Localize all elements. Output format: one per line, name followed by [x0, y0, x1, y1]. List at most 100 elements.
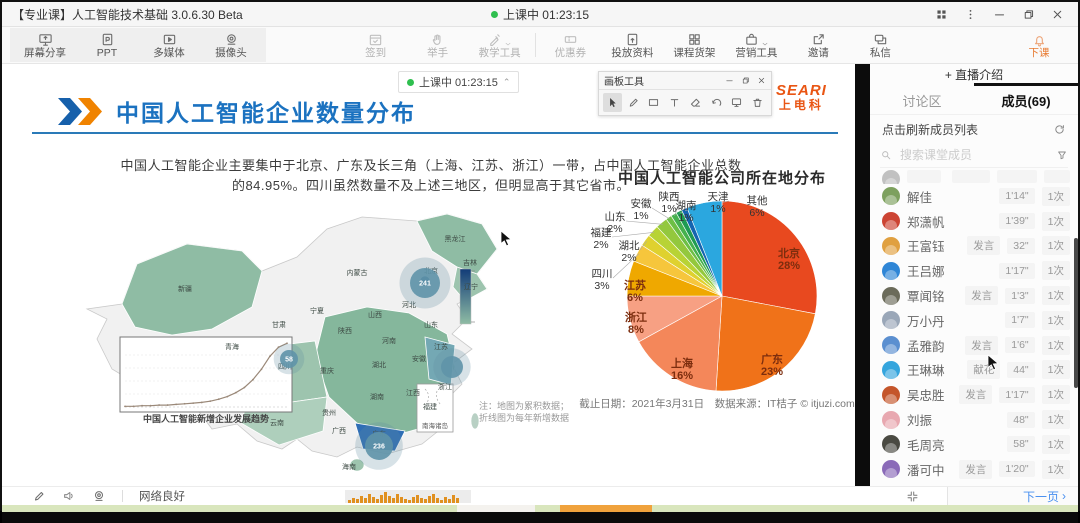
refresh-members-row[interactable]: 点击刷新成员列表	[870, 115, 1078, 143]
webcam-icon[interactable]	[92, 489, 106, 503]
avatar	[882, 411, 900, 429]
member-name: 王富钰	[907, 236, 960, 255]
avatar	[882, 237, 900, 255]
toolbar-item-invite[interactable]: 邀请	[787, 27, 849, 63]
svg-text:湖北: 湖北	[619, 240, 640, 252]
member-name: 解佳	[907, 187, 992, 206]
toolbar-item-tools[interactable]: 教学工具	[469, 27, 531, 63]
close-icon[interactable]	[1051, 8, 1064, 21]
svg-text:广东: 广东	[761, 352, 783, 366]
toolbar-item-hand[interactable]: 举手	[407, 27, 469, 63]
collapse-icon[interactable]	[906, 490, 919, 503]
member-search[interactable]	[880, 143, 1068, 168]
live-intro-header[interactable]: + 直播介绍	[870, 64, 1078, 84]
live-dot-icon	[491, 11, 498, 18]
member-name: 王琳琳	[907, 360, 960, 379]
palette-tool-select[interactable]	[603, 93, 622, 112]
chevron-up-icon[interactable]: ⌃	[503, 77, 511, 88]
map-label-宁夏: 宁夏	[310, 306, 324, 315]
annotate-pen-icon[interactable]	[32, 489, 46, 503]
toolbar-item-media[interactable]: 多媒体	[138, 28, 200, 62]
member-row[interactable]: 毛周亮58"1次	[870, 432, 1078, 457]
toolbar-item-dm[interactable]: 私信	[849, 27, 911, 63]
member-time-badge: 1'3"	[1005, 288, 1034, 304]
member-list-scrollbar[interactable]	[1074, 238, 1078, 388]
end-class-button[interactable]: 下课	[1008, 27, 1070, 63]
toolbar-item-screen[interactable]: 屏幕分享	[14, 28, 76, 62]
svg-text:天津: 天津	[708, 191, 729, 203]
member-row[interactable]: 万小丹1'7"1次	[870, 308, 1078, 333]
palette-tool-board[interactable]	[728, 93, 747, 112]
slide-title: 中国人工智能企业数量分布	[116, 94, 416, 128]
toolbar-item-shelf[interactable]: 课程货架	[663, 27, 725, 63]
member-count-badge: 1次	[1042, 187, 1070, 206]
member-name: 万小丹	[907, 311, 998, 330]
svg-text:北京: 北京	[778, 246, 800, 260]
map-label-河南: 河南	[382, 336, 396, 345]
tab-discussion[interactable]: 讨论区	[870, 86, 974, 114]
member-row[interactable]: 覃闻铭发言1'3"1次	[870, 283, 1078, 308]
class-status-label: 上课中 01:23:15	[503, 6, 589, 23]
member-row[interactable]: 解佳1'14"1次	[870, 184, 1078, 209]
more-menu-icon[interactable]	[964, 8, 977, 21]
palette-tool-pen[interactable]	[624, 93, 643, 112]
palette-tool-recttool[interactable]	[645, 93, 664, 112]
filter-icon[interactable]	[1056, 149, 1068, 161]
toolbar-item-bag[interactable]: 营销工具	[725, 27, 787, 63]
map-label-甘肃: 甘肃	[272, 320, 286, 329]
member-row[interactable]: 孟雅韵发言1'6"1次	[870, 333, 1078, 358]
layout-grid-icon[interactable]	[935, 8, 948, 21]
class-timer-pill[interactable]: 上课中 01:23:15 ⌃	[398, 71, 519, 93]
map-label-海南: 海南	[342, 462, 356, 471]
map-label-云南: 云南	[270, 418, 284, 427]
svg-text:上海: 上海	[671, 356, 693, 370]
palette-tool-eraser[interactable]	[686, 93, 705, 112]
member-row-partial[interactable]	[870, 170, 1078, 184]
slide-canvas[interactable]: 上课中 01:23:15 ⌃ 画板工具 SEARI 上电科	[2, 64, 855, 486]
search-input[interactable]	[898, 147, 1050, 163]
pie-chart-title: 中国人工智能公司所在地分布	[585, 167, 855, 188]
map-label-山西: 山西	[368, 310, 382, 319]
map-label-内蒙古: 内蒙古	[347, 268, 368, 277]
svg-text:南海诸岛: 南海诸岛	[422, 421, 448, 430]
member-row[interactable]: 王富钰发言32"1次	[870, 234, 1078, 259]
svg-text:1%: 1%	[710, 203, 725, 215]
tab-members[interactable]: 成员(69)	[974, 86, 1078, 114]
next-page-link[interactable]: 下一页 ›	[1023, 488, 1066, 505]
toolbar-item-docup[interactable]: 投放资料	[601, 27, 663, 63]
palette-minimize-icon[interactable]	[725, 76, 734, 85]
toolbar-item-checkin[interactable]: 签到	[345, 27, 407, 63]
svg-text:山东: 山东	[605, 210, 626, 223]
palette-tool-texttool[interactable]	[665, 93, 684, 112]
member-row[interactable]: 郑潇帆1'39"1次	[870, 209, 1078, 234]
speaker-icon[interactable]	[62, 489, 76, 503]
toolbar-item-ppt[interactable]: PPT	[76, 28, 138, 62]
member-time-badge: 58"	[1007, 436, 1034, 452]
refresh-icon[interactable]	[1053, 123, 1066, 136]
minimize-icon[interactable]	[993, 8, 1006, 21]
member-count-badge: 1次	[1042, 435, 1070, 454]
svg-text:28%: 28%	[778, 260, 800, 272]
member-count-badge: 1次	[1042, 410, 1070, 429]
member-tag-badge: 发言	[959, 385, 992, 404]
whiteboard-palette[interactable]: 画板工具	[598, 71, 772, 116]
member-row[interactable]: 潘可中发言1'20"1次	[870, 457, 1078, 482]
svg-text:1%: 1%	[633, 210, 648, 222]
palette-close-icon[interactable]	[757, 76, 766, 85]
member-row[interactable]: 王吕娜1'17"1次	[870, 258, 1078, 283]
double-chevron-icon	[58, 98, 104, 125]
member-row[interactable]: 刘振48"1次	[870, 407, 1078, 432]
map-label-广西: 广西	[332, 426, 346, 435]
palette-tool-undo[interactable]	[707, 93, 726, 112]
toolbar-item-ticket[interactable]: 优惠券	[539, 27, 601, 63]
palette-title: 画板工具	[604, 73, 644, 88]
restore-icon[interactable]	[1022, 8, 1035, 21]
media-icon	[162, 32, 177, 47]
member-row[interactable]: 吴忠胜发言1'17"1次	[870, 382, 1078, 407]
palette-tool-trash[interactable]	[748, 93, 767, 112]
toolbar-item-camera[interactable]: 摄像头	[200, 28, 262, 62]
avatar	[882, 386, 900, 404]
member-row[interactable]: 王琳琳献花44"1次	[870, 358, 1078, 383]
palette-restore-icon[interactable]	[741, 76, 750, 85]
seari-logo: SEARI 上电科	[776, 84, 827, 112]
